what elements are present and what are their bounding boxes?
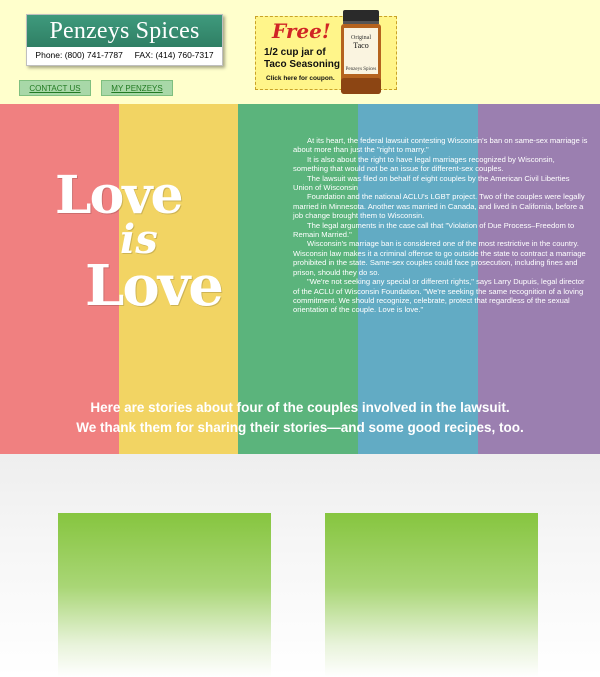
coupon-free-text: Free!: [272, 19, 331, 43]
jar-brand: Penzeys Spices: [346, 67, 377, 72]
tagline-line-1: Here are stories about four of the coupl…: [90, 400, 510, 415]
logo-title: Penzeys Spices: [27, 15, 222, 47]
love-word-2: Love: [85, 253, 224, 319]
article-paragraph: Wisconsin's marriage ban is considered o…: [293, 239, 586, 277]
article-paragraph: At its heart, the federal lawsuit contes…: [293, 136, 588, 155]
article-paragraph: The lawsuit was filed on behalf of eight…: [293, 173, 570, 193]
coupon-cta: Click here for coupon.: [266, 75, 335, 82]
couple-story-card[interactable]: [325, 513, 538, 677]
penzeys-logo[interactable]: Penzeys Spices Phone: (800) 741-7787 FAX…: [26, 14, 223, 66]
logo-phone-fax: Phone: (800) 741-7787 FAX: (414) 760-731…: [35, 50, 214, 60]
article-paragraph: Foundation and the national ACLU's LGBT …: [293, 192, 585, 221]
spice-jar-icon[interactable]: Original Taco Penzeys Spices: [339, 8, 383, 98]
tagline-line-2: We thank them for sharing their stories—…: [76, 420, 524, 435]
article-paragraph: It is also about the right to have legal…: [293, 154, 555, 174]
site-header: Penzeys Spices Phone: (800) 741-7787 FAX…: [0, 0, 600, 104]
article-paragraph: The legal arguments in the case call tha…: [293, 220, 575, 240]
stories-tagline: Here are stories about four of the coupl…: [0, 398, 600, 438]
article-paragraph: "We're not seeking any special or differ…: [293, 277, 585, 315]
stories-section: [0, 454, 600, 677]
nav-my-penzeys[interactable]: MY PENZEYS: [101, 80, 173, 96]
love-word-1: Love: [55, 165, 184, 226]
jar-label-main: Taco: [353, 41, 368, 50]
nav-contact-us[interactable]: CONTACT US: [19, 80, 91, 96]
couple-story-card[interactable]: [58, 513, 271, 677]
lawsuit-article: At its heart, the federal lawsuit contes…: [293, 136, 591, 315]
